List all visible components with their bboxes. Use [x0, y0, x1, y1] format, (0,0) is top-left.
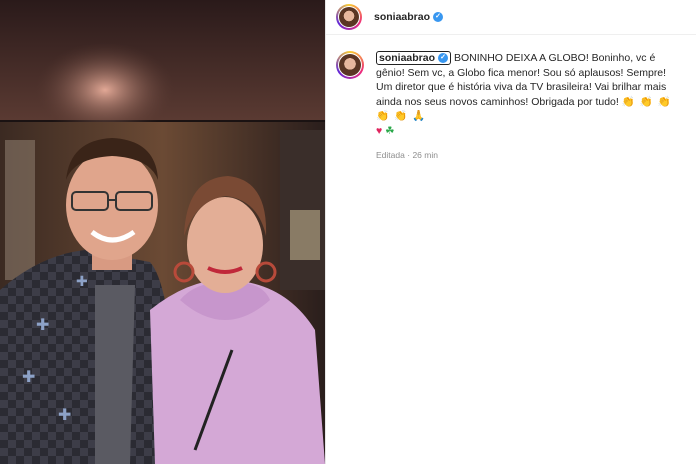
profile-avatar[interactable]: [336, 4, 362, 30]
svg-text:✚: ✚: [58, 405, 71, 424]
caption-username[interactable]: soniaabrao ✓: [376, 51, 452, 65]
svg-text:✚: ✚: [36, 315, 49, 334]
svg-text:✚: ✚: [22, 367, 35, 386]
header-username[interactable]: soniaabrao ✓: [374, 11, 444, 23]
post-time[interactable]: 26 min: [412, 150, 438, 160]
caption-body: soniaabrao ✓ BONINHO DEIXA A GLOBO! Bonin…: [376, 51, 682, 163]
clover-icon: ☘: [385, 124, 395, 137]
photo-illustration: ✚ ✚ ✚ ✚: [0, 0, 325, 464]
verified-badge-icon: ✓: [433, 12, 444, 23]
meta-separator: ·: [407, 150, 411, 160]
caption-avatar[interactable]: [336, 51, 364, 79]
heart-icon: ♥: [376, 124, 383, 137]
post-photo[interactable]: ✚ ✚ ✚ ✚: [0, 0, 325, 464]
post-details-panel: soniaabrao ✓ soniaabrao ✓ BONINHO DEIXA A …: [325, 0, 696, 464]
post-meta: Editada · 26 min: [376, 148, 682, 163]
post-caption: soniaabrao ✓ BONINHO DEIXA A GLOBO! Bonin…: [326, 35, 696, 163]
post-header: soniaabrao ✓: [326, 0, 696, 35]
svg-text:✚: ✚: [76, 274, 88, 290]
edited-label: Editada: [376, 150, 405, 160]
verified-badge-icon: ✓: [438, 53, 449, 64]
